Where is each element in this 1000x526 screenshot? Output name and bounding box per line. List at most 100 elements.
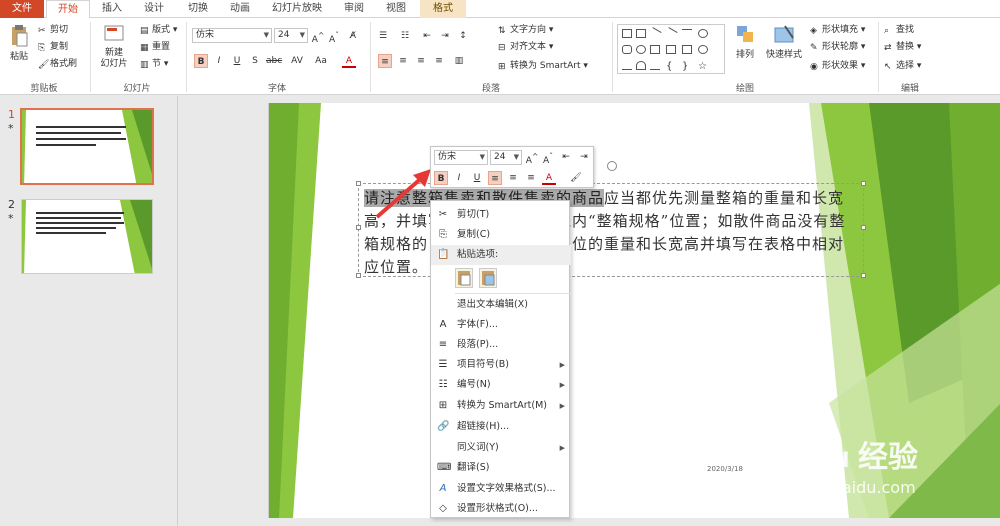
- bullets-button[interactable]: ☰: [376, 29, 390, 43]
- grow-font-button[interactable]: A^: [311, 29, 325, 45]
- justify-button[interactable]: ≡: [432, 54, 446, 68]
- change-case-button[interactable]: Aa: [312, 54, 330, 68]
- font-size-box[interactable]: 24 ▼: [274, 28, 308, 43]
- tab-review[interactable]: 审阅: [336, 0, 372, 18]
- rotate-handle[interactable]: [607, 161, 617, 171]
- tab-view[interactable]: 视图: [378, 0, 414, 18]
- decrease-indent-button[interactable]: ⇤: [420, 29, 434, 43]
- font-name-box[interactable]: 仿宋 ▼: [192, 28, 272, 43]
- paste-button[interactable]: 粘贴: [6, 24, 32, 63]
- group-label-font: 字体: [267, 84, 286, 94]
- tab-file[interactable]: 文件: [0, 0, 44, 18]
- bold-button[interactable]: B: [434, 171, 448, 185]
- cut-button[interactable]: ✂ 剪切: [38, 24, 68, 36]
- format-painter-button[interactable]: 🖌格式刷: [38, 58, 77, 70]
- arrange-button[interactable]: 排列: [732, 24, 758, 61]
- menu-item-synonyms[interactable]: 同义词(Y) ▶: [431, 438, 571, 458]
- resize-handle[interactable]: [356, 225, 361, 230]
- align-center-button[interactable]: ≡: [506, 171, 520, 185]
- strikethrough-button[interactable]: abc: [266, 54, 282, 68]
- paste-option-picture[interactable]: [479, 268, 497, 288]
- align-text-button[interactable]: ⊟ 对齐文本 ▾: [498, 41, 553, 53]
- ribbon-tabs: 文件 开始 插入 设计 切换 动画 幻灯片放映 审阅 视图 格式: [0, 0, 1000, 19]
- tab-home[interactable]: 开始: [46, 0, 90, 19]
- menu-item-shape-format[interactable]: ◇ 设置形状格式(O)...: [431, 499, 571, 519]
- scissors-icon: ✂: [38, 25, 46, 36]
- shape-fill-button[interactable]: ◈ 形状填充 ▾: [810, 24, 865, 36]
- resize-handle[interactable]: [861, 225, 866, 230]
- layout-button[interactable]: ▤ 版式 ▾: [140, 24, 177, 36]
- columns-button[interactable]: ▥: [452, 54, 466, 68]
- resize-handle[interactable]: [861, 181, 866, 186]
- shadow-button[interactable]: S: [248, 54, 262, 68]
- new-slide-button[interactable]: 新建 幻灯片: [96, 24, 132, 70]
- resize-handle[interactable]: [861, 273, 866, 278]
- mini-font-name[interactable]: 仿宋 ▼: [434, 150, 488, 165]
- align-right-button[interactable]: ≡: [414, 54, 428, 68]
- menu-item-text-effects[interactable]: A 设置文字效果格式(S)...: [431, 479, 571, 499]
- grow-font-button[interactable]: A^: [525, 150, 539, 166]
- menu-item-hyperlink[interactable]: 🔗 超链接(H)...: [431, 417, 571, 437]
- align-left-button[interactable]: ≡: [378, 54, 392, 68]
- shape-effects-button[interactable]: ◉ 形状效果 ▾: [810, 60, 865, 72]
- text-direction-button[interactable]: ⇅ 文字方向 ▾: [498, 24, 553, 36]
- italic-button[interactable]: I: [452, 171, 466, 185]
- numbering-button[interactable]: ☷: [398, 29, 412, 43]
- font-color-button[interactable]: A: [542, 171, 556, 185]
- underline-button[interactable]: U: [230, 54, 244, 68]
- quick-styles-button[interactable]: 快速样式: [762, 24, 806, 61]
- font-color-button[interactable]: A: [342, 54, 356, 68]
- select-button[interactable]: ↖ 选择 ▾: [884, 60, 921, 72]
- section-button[interactable]: ▥ 节 ▾: [140, 58, 168, 70]
- menu-item-numbering[interactable]: ☷ 编号(N) ▶: [431, 375, 571, 395]
- shapes-gallery[interactable]: { } ☆: [617, 24, 725, 74]
- convert-smartart-button[interactable]: ⊞ 转换为 SmartArt ▾: [498, 60, 588, 72]
- format-painter-button[interactable]: 🖌: [569, 171, 583, 185]
- ribbon: 粘贴 ✂ 剪切 ⎘ 复制 🖌格式刷 剪贴板 新建 幻灯片 ▤ 版式 ▾ ▦ 重置 ▥ 节 …: [0, 18, 1000, 95]
- tab-design[interactable]: 设计: [136, 0, 172, 18]
- clear-format-button[interactable]: A̸: [346, 29, 360, 43]
- copy-button[interactable]: ⎘ 复制: [38, 41, 68, 53]
- increase-indent-button[interactable]: ⇥: [438, 29, 452, 43]
- menu-item-convert-smartart[interactable]: ⊞ 转换为 SmartArt(M) ▶: [431, 396, 571, 416]
- increase-indent-button[interactable]: ⇥: [577, 150, 591, 164]
- underline-button[interactable]: U: [470, 171, 484, 185]
- shape-outline-button[interactable]: ✎ 形状轮廓 ▾: [810, 41, 865, 53]
- align-left-button[interactable]: ≡: [488, 171, 502, 185]
- tab-transitions[interactable]: 切换: [180, 0, 216, 18]
- align-right-button[interactable]: ≡: [524, 171, 538, 185]
- slide-star: *: [8, 122, 14, 135]
- menu-item-bullets[interactable]: ☰ 项目符号(B) ▶: [431, 355, 571, 375]
- menu-item-exit-text-edit[interactable]: 退出文本编辑(X): [431, 295, 571, 315]
- tab-format[interactable]: 格式: [420, 0, 466, 18]
- resize-handle[interactable]: [356, 181, 361, 186]
- menu-item-font[interactable]: A 字体(F)...: [431, 315, 571, 335]
- decrease-indent-button[interactable]: ⇤: [559, 150, 573, 164]
- paste-option-keep-formatting[interactable]: [455, 268, 473, 288]
- slide-star: *: [8, 212, 14, 225]
- line-spacing-button[interactable]: ↕: [456, 29, 470, 43]
- char-spacing-button[interactable]: AV: [288, 54, 306, 68]
- replace-button[interactable]: ⇄ 替换 ▾: [884, 41, 921, 53]
- shrink-font-button[interactable]: Aˇ: [541, 150, 555, 166]
- menu-item-paragraph[interactable]: ≡ 段落(P)...: [431, 335, 571, 355]
- bold-button[interactable]: B: [194, 54, 208, 68]
- tab-insert[interactable]: 插入: [94, 0, 130, 18]
- menu-item-copy[interactable]: ⎘ 复制(C): [431, 225, 571, 245]
- tab-animations[interactable]: 动画: [222, 0, 258, 18]
- shrink-font-button[interactable]: Aˇ: [327, 29, 341, 45]
- slide-thumbnail-1[interactable]: [20, 108, 154, 185]
- menu-item-translate[interactable]: ⌨ 翻译(S): [431, 458, 571, 478]
- align-center-button[interactable]: ≡: [396, 54, 410, 68]
- menu-item-cut[interactable]: ✂ 剪切(T): [431, 205, 571, 225]
- mini-font-size[interactable]: 24 ▼: [490, 150, 522, 165]
- reset-button[interactable]: ▦ 重置: [140, 41, 170, 53]
- italic-button[interactable]: I: [212, 54, 226, 68]
- find-button[interactable]: ⌕ 查找: [884, 24, 914, 36]
- resize-handle[interactable]: [356, 273, 361, 278]
- cursor-icon: ↖: [884, 61, 892, 72]
- pen-icon: ✎: [810, 42, 818, 53]
- tab-slideshow[interactable]: 幻灯片放映: [264, 0, 330, 18]
- slide-thumbnail-2[interactable]: [21, 199, 153, 274]
- chevron-right-icon: ▶: [559, 381, 565, 389]
